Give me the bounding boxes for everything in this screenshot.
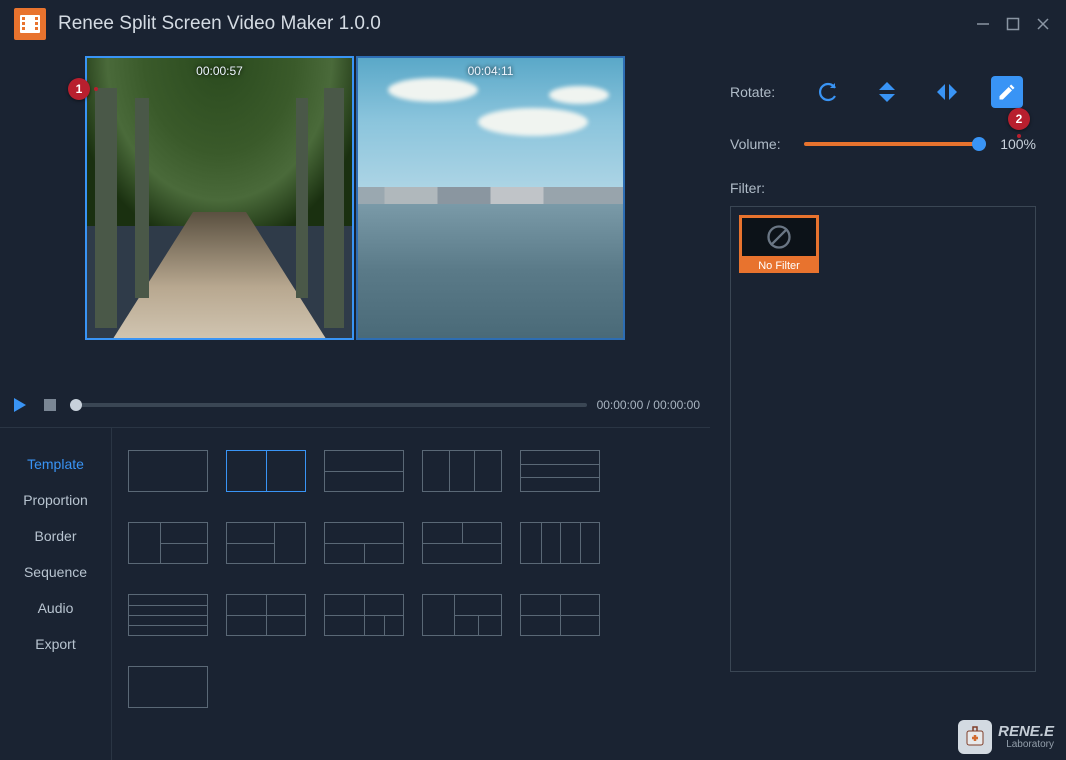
preview-area: 00:00:57 00:04:11 xyxy=(0,48,710,384)
template-mix1[interactable] xyxy=(324,594,404,636)
flip-horizontal-button[interactable] xyxy=(931,76,963,108)
template-grid[interactable] xyxy=(112,428,710,760)
template-more[interactable] xyxy=(128,666,208,708)
maximize-button[interactable] xyxy=(1004,15,1022,33)
template-4h[interactable] xyxy=(128,594,208,636)
tab-border[interactable]: Border xyxy=(0,518,111,554)
app-title: Renee Split Screen Video Maker 1.0.0 xyxy=(58,13,974,35)
tab-audio[interactable]: Audio xyxy=(0,590,111,626)
template-t-split[interactable] xyxy=(324,522,404,564)
tab-export[interactable]: Export xyxy=(0,626,111,662)
preview-clip-2[interactable]: 00:04:11 xyxy=(356,56,625,340)
brand-watermark: RENE.E Laboratory xyxy=(958,720,1054,754)
template-3h[interactable] xyxy=(520,450,600,492)
template-l-split[interactable] xyxy=(128,522,208,564)
no-filter-icon xyxy=(739,215,819,259)
minimize-button[interactable] xyxy=(974,15,992,33)
playback-controls: 00:00:00 / 00:00:00 xyxy=(0,384,710,427)
template-mix3[interactable] xyxy=(520,594,600,636)
playback-timer: 00:00:00 / 00:00:00 xyxy=(597,398,700,412)
play-button[interactable] xyxy=(10,395,30,415)
seek-slider[interactable] xyxy=(70,403,587,407)
settings-tabs: Template Proportion Border Sequence Audi… xyxy=(0,428,112,760)
brand-sub: Laboratory xyxy=(998,739,1054,750)
rotate-cw-button[interactable] xyxy=(811,76,843,108)
app-logo-icon xyxy=(14,8,46,40)
tab-sequence[interactable]: Sequence xyxy=(0,554,111,590)
edit-button[interactable] xyxy=(991,76,1023,108)
template-2x2[interactable] xyxy=(226,594,306,636)
brand-name: RENE.E xyxy=(998,724,1054,739)
clip-timestamp: 00:04:11 xyxy=(468,64,514,78)
template-2h[interactable] xyxy=(324,450,404,492)
rotate-label: Rotate: xyxy=(730,84,798,100)
template-b-split[interactable] xyxy=(422,522,502,564)
template-mix2[interactable] xyxy=(422,594,502,636)
annotation-badge-2: 2 xyxy=(1008,108,1030,130)
filter-list: No Filter xyxy=(730,206,1036,672)
titlebar: Renee Split Screen Video Maker 1.0.0 xyxy=(0,0,1066,48)
template-4v[interactable] xyxy=(520,522,600,564)
template-2v[interactable] xyxy=(226,450,306,492)
volume-slider[interactable] xyxy=(804,142,986,146)
tab-template[interactable]: Template xyxy=(0,446,111,482)
volume-label: Volume: xyxy=(730,136,798,152)
filter-label: Filter: xyxy=(730,180,1036,196)
brand-icon xyxy=(958,720,992,754)
volume-value: 100% xyxy=(1000,136,1036,152)
annotation-badge-1: 1 xyxy=(68,78,90,100)
template-1x1[interactable] xyxy=(128,450,208,492)
filter-item-none[interactable]: No Filter xyxy=(739,215,819,273)
close-button[interactable] xyxy=(1034,15,1052,33)
template-3v[interactable] xyxy=(422,450,502,492)
preview-clip-1[interactable]: 00:00:57 xyxy=(85,56,354,340)
stop-button[interactable] xyxy=(40,395,60,415)
flip-vertical-button[interactable] xyxy=(871,76,903,108)
tab-proportion[interactable]: Proportion xyxy=(0,482,111,518)
filter-name: No Filter xyxy=(739,259,819,273)
properties-panel: 2 Rotate: Volume: 100% Filter: No Filter xyxy=(710,48,1066,760)
template-r-split[interactable] xyxy=(226,522,306,564)
clip-timestamp: 00:00:57 xyxy=(196,64,243,78)
